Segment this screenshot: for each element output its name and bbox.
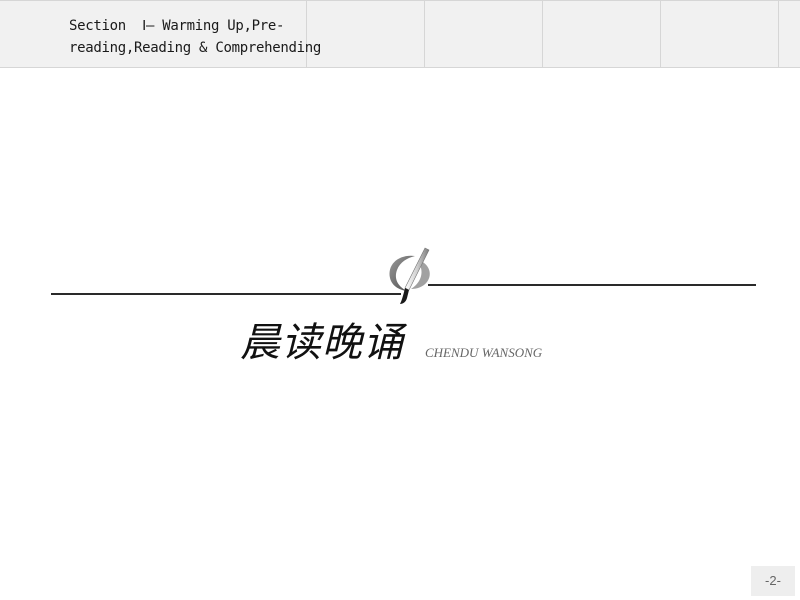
header-divider <box>660 1 661 68</box>
pen-brush-icon <box>389 247 430 304</box>
header-divider <box>542 1 543 68</box>
section-title: Section Ⅰ— Warming Up,Pre- reading,Readi… <box>69 15 321 59</box>
section-title-line1: Section Ⅰ— Warming Up,Pre- <box>69 18 285 34</box>
header-divider <box>424 1 425 68</box>
section-title-line2: reading,Reading & Comprehending <box>69 40 321 56</box>
title-chinese: 晨读晚诵 <box>240 320 404 366</box>
divider-line-right <box>428 284 756 286</box>
divider-line-left <box>51 293 401 295</box>
header-bar: Section Ⅰ— Warming Up,Pre- reading,Readi… <box>0 0 800 68</box>
page-number: -2- <box>751 566 795 596</box>
title-pinyin: CHENDU WANSONG <box>425 345 543 360</box>
header-divider <box>778 1 779 68</box>
